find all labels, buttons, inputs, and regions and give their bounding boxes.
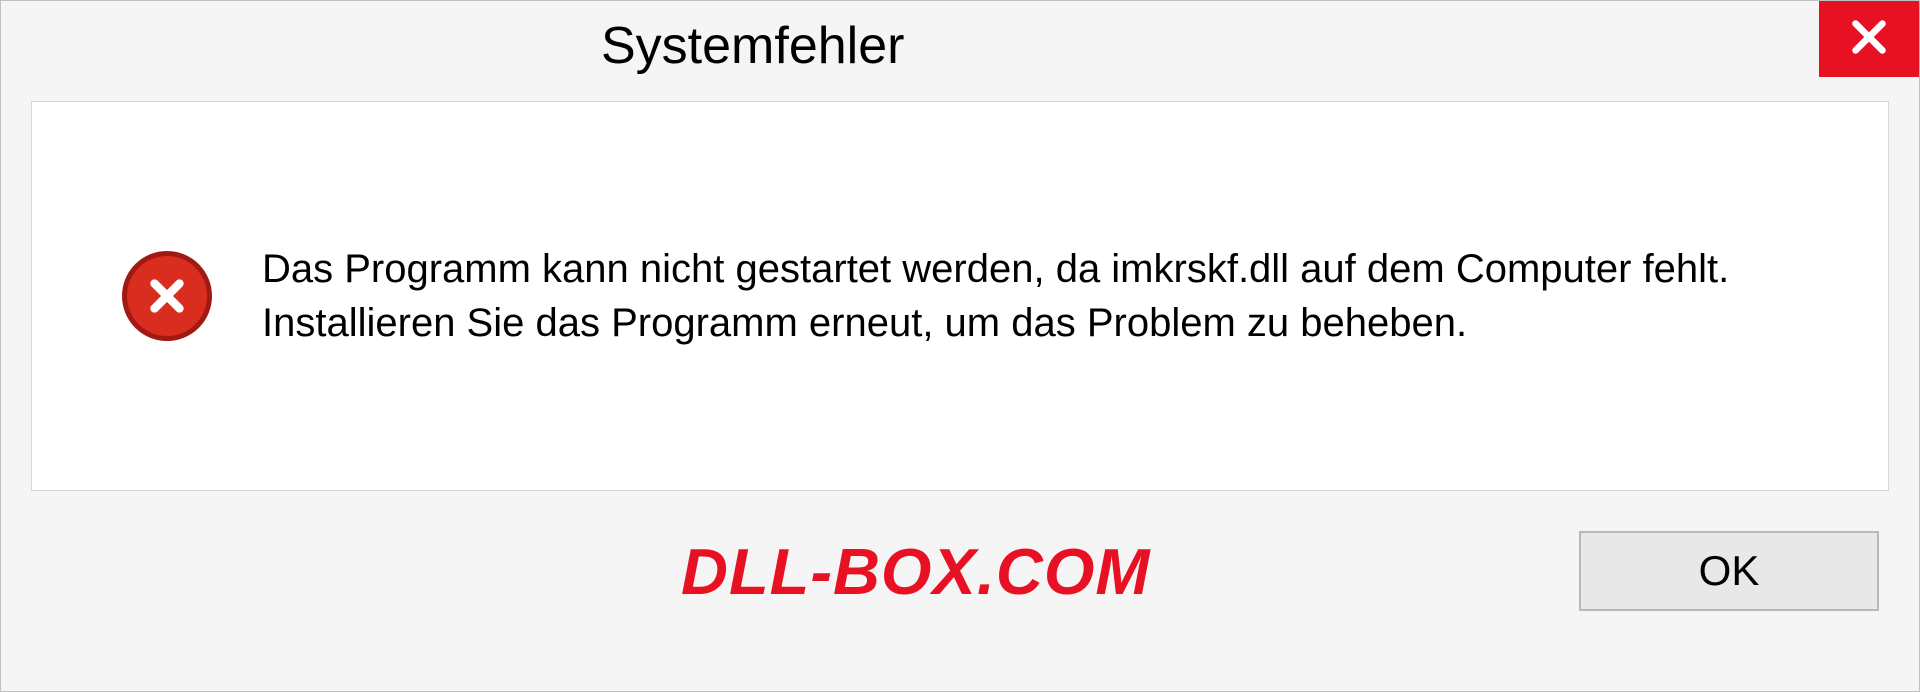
watermark-text: DLL-BOX.COM — [1, 534, 1151, 609]
close-icon — [1846, 14, 1892, 65]
error-icon — [122, 251, 212, 341]
titlebar: Systemfehler — [1, 1, 1919, 91]
footer: DLL-BOX.COM OK — [1, 521, 1919, 611]
error-message: Das Programm kann nicht gestartet werden… — [262, 242, 1848, 350]
ok-button[interactable]: OK — [1579, 531, 1879, 611]
ok-button-label: OK — [1699, 547, 1760, 595]
error-dialog: Systemfehler Das Programm kann nicht ges… — [0, 0, 1920, 692]
content-panel: Das Programm kann nicht gestartet werden… — [31, 101, 1889, 491]
close-button[interactable] — [1819, 1, 1919, 77]
dialog-title: Systemfehler — [601, 16, 904, 76]
